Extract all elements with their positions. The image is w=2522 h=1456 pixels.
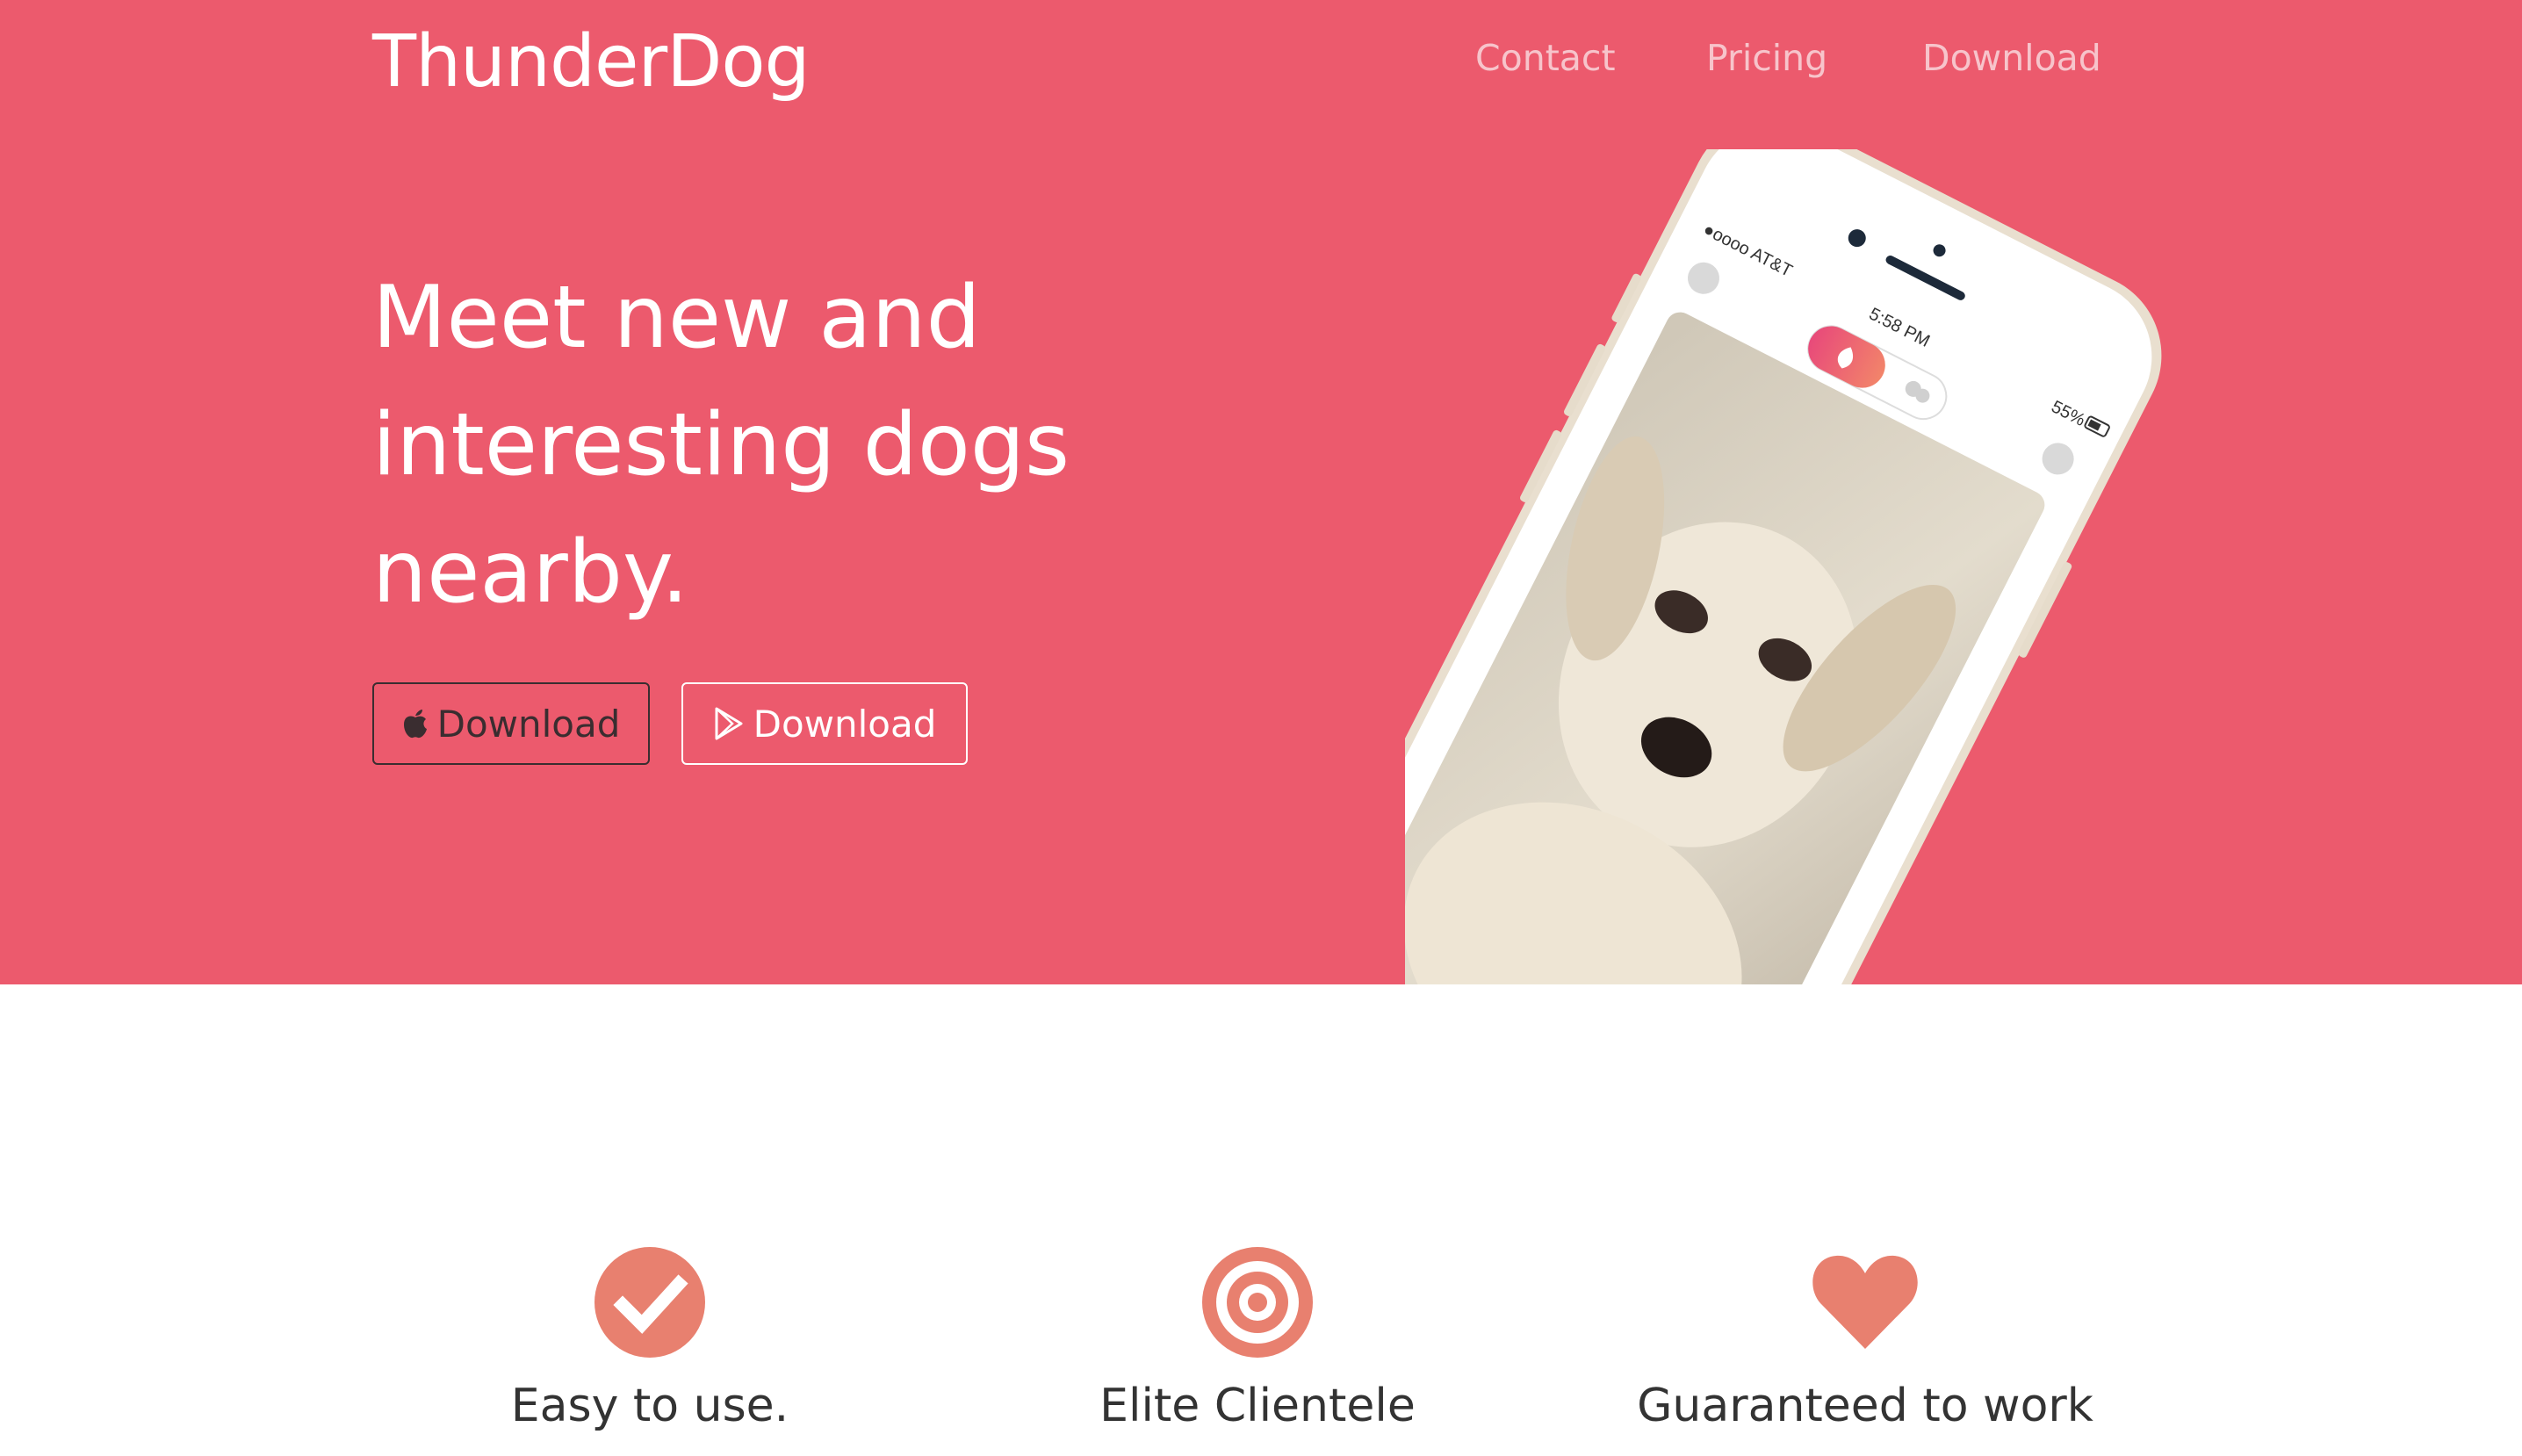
feature-title: Guaranteed to work: [1637, 1380, 2093, 1432]
play-download-label: Download: [753, 702, 937, 746]
headline-line: interesting dogs: [372, 395, 1070, 495]
feature-title: Elite Clientele: [1099, 1380, 1416, 1432]
headline-line: Meet new and: [372, 268, 981, 368]
headline-line: nearby.: [372, 523, 689, 623]
play-download-button[interactable]: Download: [681, 682, 968, 765]
nav-link-download[interactable]: Download: [1922, 32, 2101, 84]
apple-download-button[interactable]: Download: [372, 682, 650, 765]
target-icon: [1200, 1245, 1315, 1359]
apple-download-label: Download: [436, 702, 621, 746]
phone-mockup: ●oooo AT&T 5:58 PM 55%: [1279, 116, 2371, 984]
brand-logo[interactable]: ThunderDog: [372, 14, 811, 111]
hero-section: ThunderDog Contact Pricing Download Meet…: [0, 0, 2522, 984]
nav-link-contact[interactable]: Contact: [1475, 32, 1616, 84]
features-section: Easy to use. Elite Clientele Guaranteed …: [0, 984, 2522, 1456]
check-circle-icon: [593, 1245, 707, 1359]
hero-headline: Meet new and interesting dogs nearby.: [372, 255, 1250, 637]
play-store-icon: [713, 706, 745, 741]
nav-link-pricing[interactable]: Pricing: [1706, 32, 1827, 84]
heart-icon: [1808, 1245, 1922, 1359]
feature-title: Easy to use.: [510, 1380, 789, 1432]
apple-icon: [402, 708, 429, 739]
